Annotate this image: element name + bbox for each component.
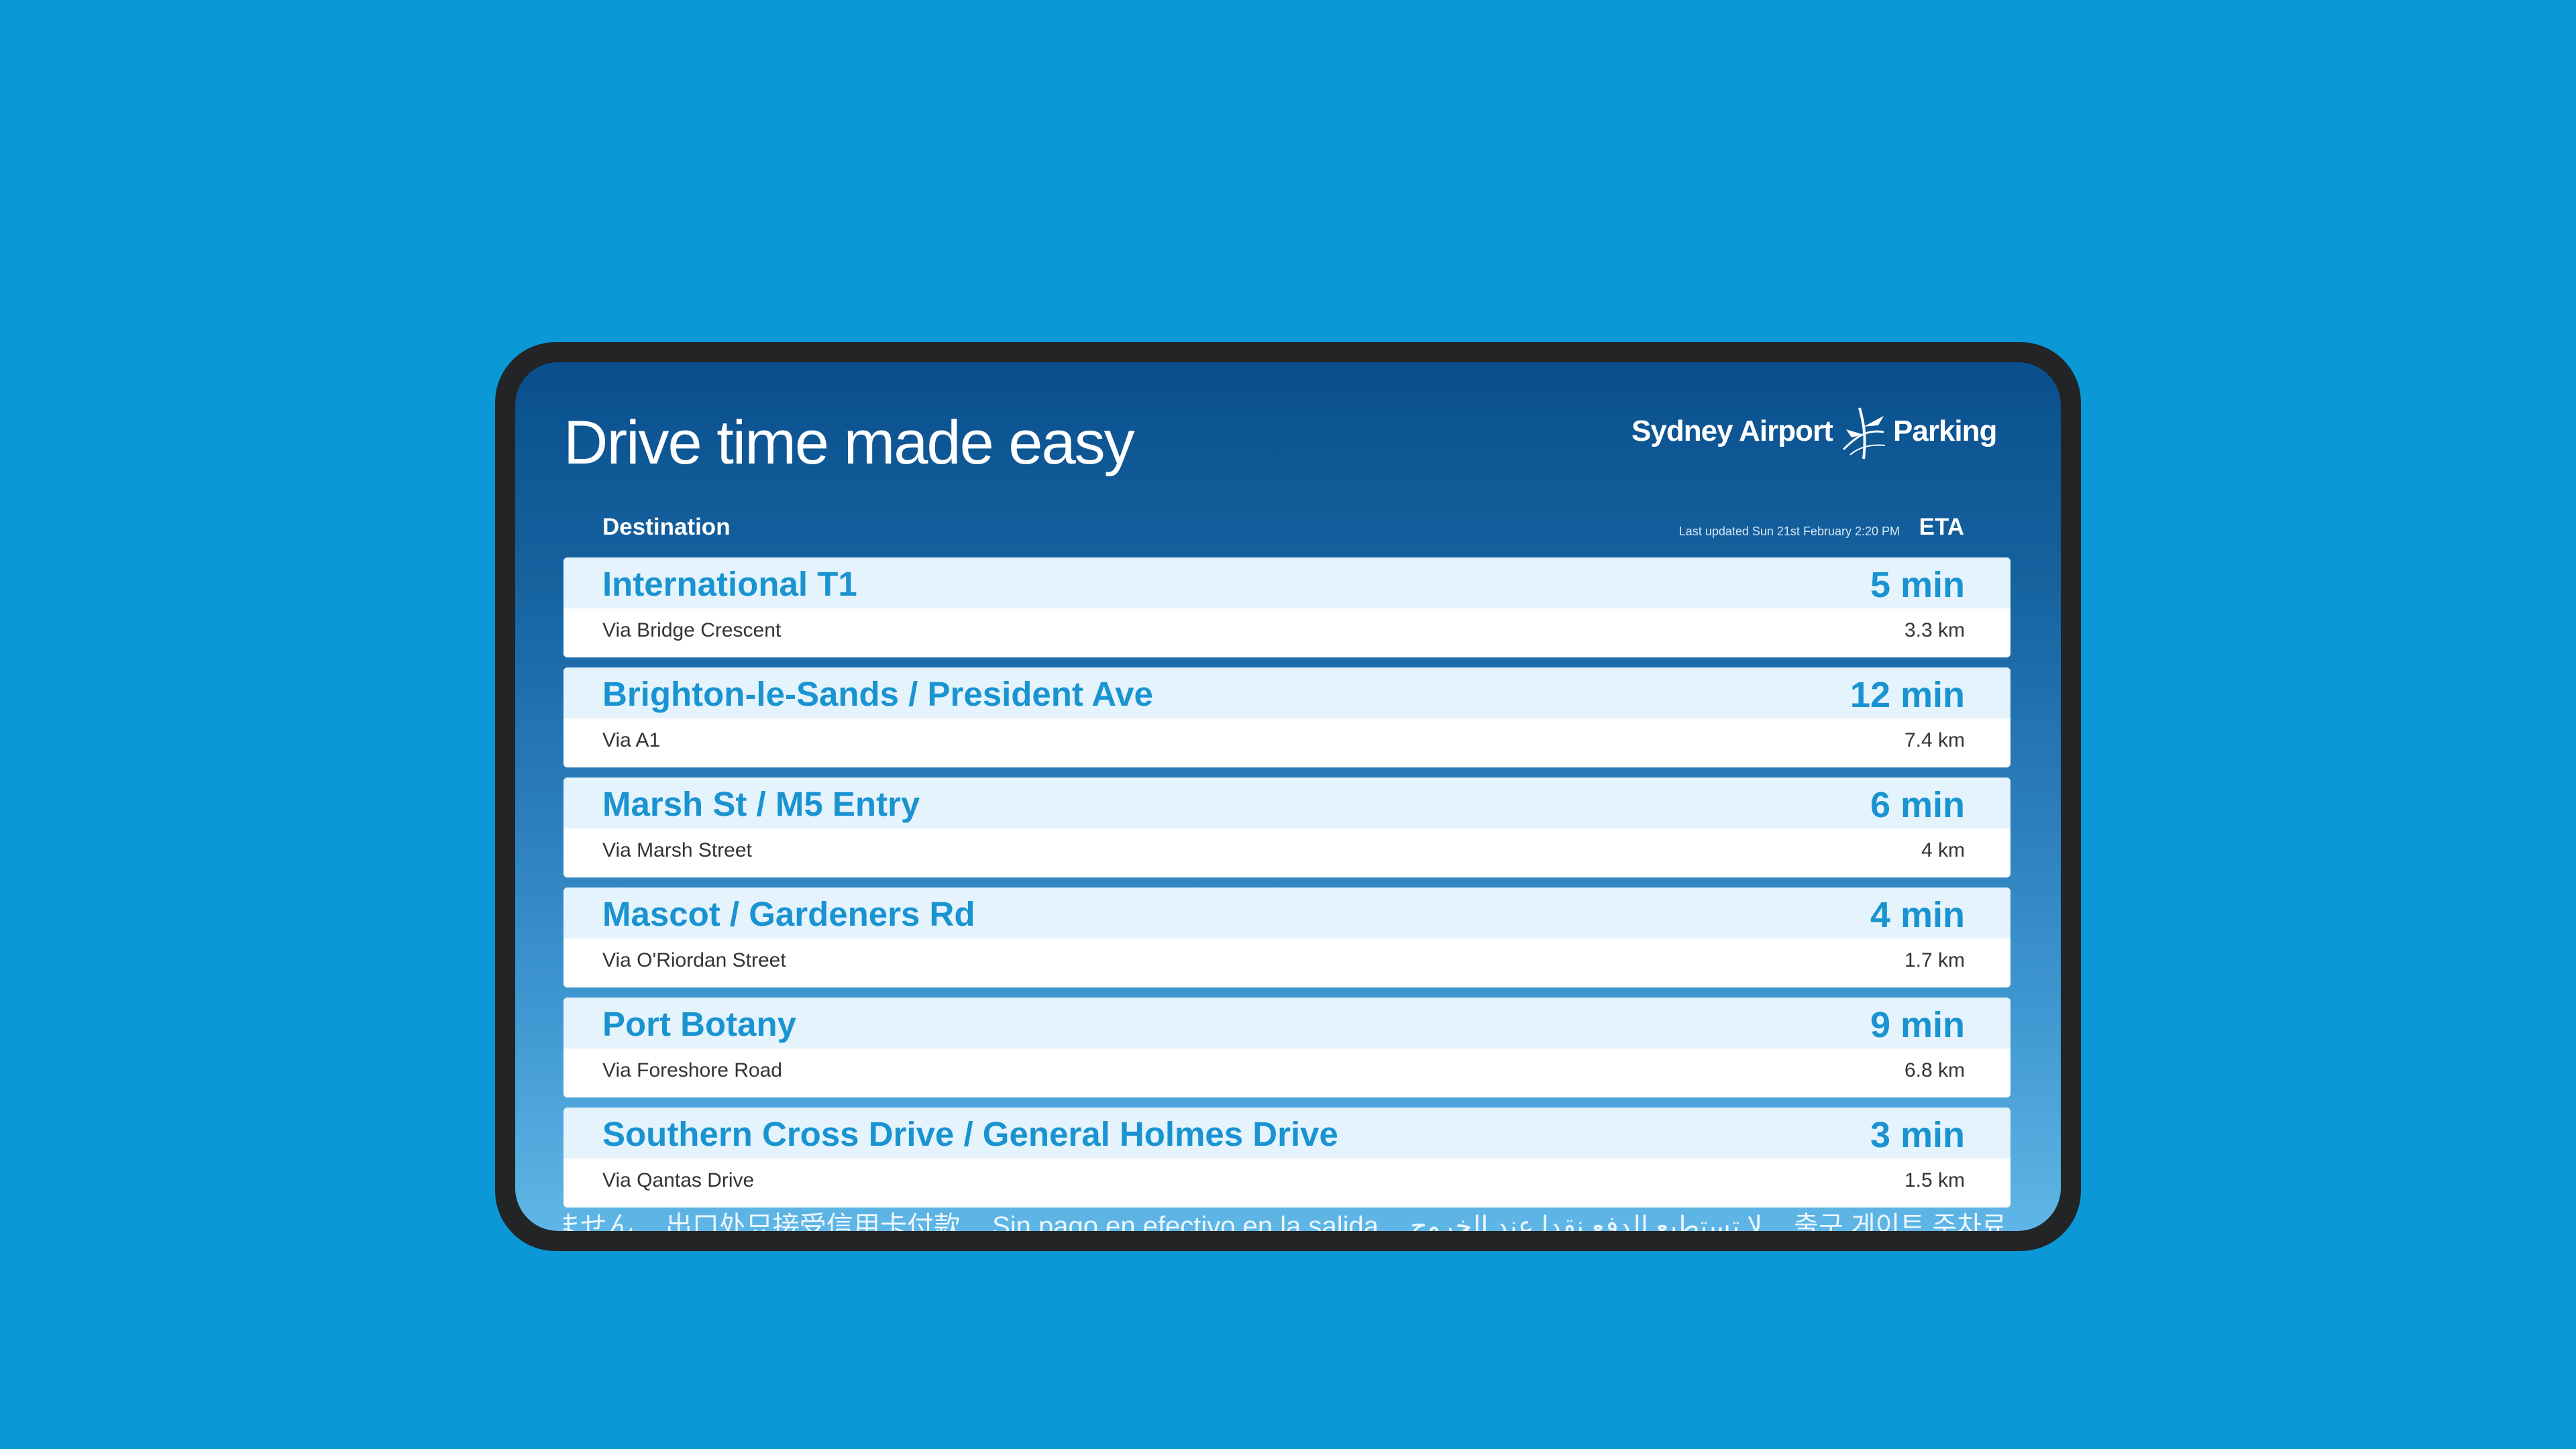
plane-swirl-icon — [1842, 407, 1886, 460]
route-via: Via Qantas Drive — [602, 1169, 755, 1191]
ticker-item-chinese: 出口处只接受信用卡付款 — [665, 1212, 961, 1231]
route-via: Via Marsh Street — [602, 839, 752, 861]
destination-name: Port Botany — [602, 1005, 797, 1043]
distance-value: 1.5 km — [1904, 1169, 1965, 1191]
distance-value: 3.3 km — [1904, 619, 1965, 641]
eta-value: 12 min — [1849, 675, 1965, 715]
distance-value: 6.8 km — [1904, 1059, 1965, 1081]
eta-value: 5 min — [1870, 565, 1965, 605]
distance-value: 7.4 km — [1904, 729, 1965, 751]
eta-value: 4 min — [1870, 895, 1965, 935]
destination-row: International T1 5 min Via Bridge Cresce… — [564, 557, 2010, 657]
route-via: Via Foreshore Road — [602, 1059, 782, 1081]
destination-row: Southern Cross Drive / General Holmes Dr… — [564, 1108, 2010, 1208]
logo-brand-text: Sydney Airport — [1631, 415, 1833, 447]
ticker-item-spanish: Sin pago en efectivo en la salida — [992, 1212, 1379, 1231]
eta-value: 6 min — [1870, 785, 1965, 825]
ticker-item-korean: 출구 게이트 주차료 현금 지급 불 — [1794, 1212, 2010, 1231]
destination-column-header: Destination — [602, 514, 731, 540]
destination-name: Southern Cross Drive / General Holmes Dr… — [602, 1115, 1338, 1153]
logo-product-text: Parking — [1893, 415, 1997, 447]
destination-row: Mascot / Gardeners Rd 4 min Via O'Riorda… — [564, 888, 2010, 987]
sign-title: Drive time made easy — [564, 409, 1135, 477]
last-updated-text: Last updated Sun 21st February 2:20 PM — [1678, 525, 1900, 538]
destination-name: Marsh St / M5 Entry — [602, 785, 920, 823]
eta-value: 9 min — [1870, 1005, 1965, 1045]
eta-value: 3 min — [1870, 1115, 1965, 1155]
destination-list: International T1 5 min Via Bridge Cresce… — [564, 557, 2010, 1218]
destination-row: Marsh St / M5 Entry 6 min Via Marsh Stre… — [564, 777, 2010, 877]
display-screen: Drive time made easy Sydney Airport Park… — [515, 362, 2061, 1231]
background: Drive time made easy Sydney Airport Park… — [0, 0, 2576, 1449]
route-via: Via O'Riordan Street — [602, 949, 786, 971]
destination-row: Port Botany 9 min Via Foreshore Road 6.8… — [564, 998, 2010, 1097]
destination-name: International T1 — [602, 565, 857, 603]
eta-column-header: ETA — [1919, 514, 1964, 540]
display-bezel: Drive time made easy Sydney Airport Park… — [495, 342, 2081, 1251]
distance-value: 4 km — [1921, 839, 1965, 861]
route-via: Via Bridge Crescent — [602, 619, 782, 641]
ticker-item-arabic: لا تستطيع الدفع نقدا عند الخروج — [1410, 1212, 1763, 1231]
destination-row: Brighton-le-Sands / President Ave 12 min… — [564, 667, 2010, 767]
distance-value: 1.7 km — [1904, 949, 1965, 971]
destination-name: Mascot / Gardeners Rd — [602, 895, 975, 933]
route-via: Via A1 — [602, 729, 661, 751]
destination-name: Brighton-le-Sands / President Ave — [602, 675, 1153, 713]
ticker-item-japanese: ません — [564, 1212, 634, 1231]
multilingual-ticker: ません 出口处只接受信用卡付款 Sin pago en efectivo en … — [564, 1204, 2010, 1231]
sydney-airport-parking-logo: Sydney Airport Parking — [1631, 400, 2061, 467]
